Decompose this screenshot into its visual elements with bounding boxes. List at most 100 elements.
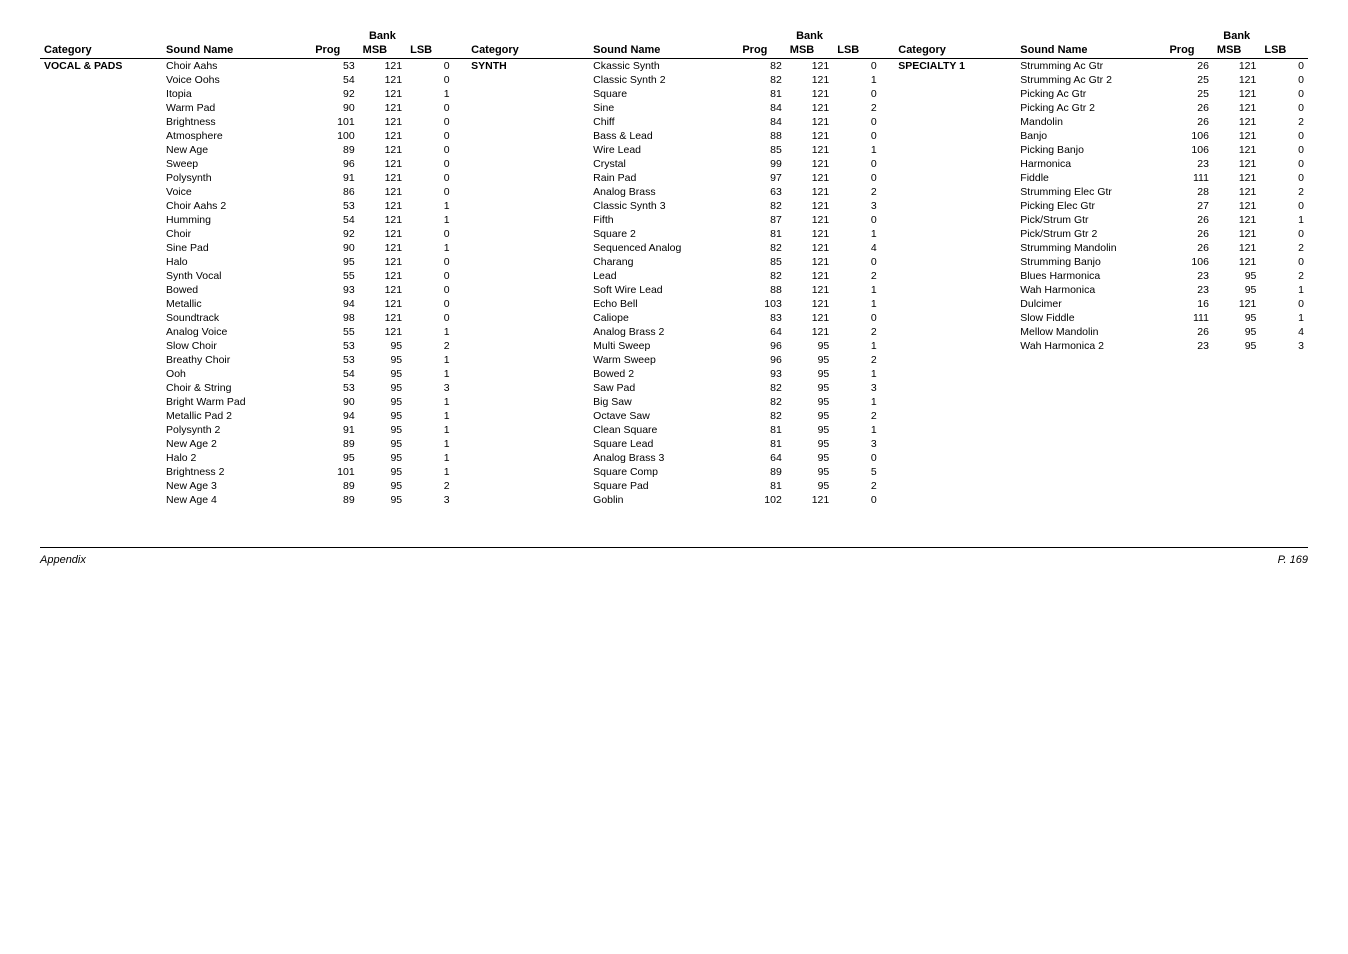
table-row: Bowed931210Soft Wire Lead881211Wah Harmo… bbox=[40, 283, 1308, 297]
cell-category-1 bbox=[40, 409, 162, 423]
cell-prog-1: 92 bbox=[311, 227, 358, 241]
cell-prog-2: 82 bbox=[738, 269, 785, 283]
cell-lsb-1: 1 bbox=[406, 241, 453, 255]
cell-prog-1: 94 bbox=[311, 409, 358, 423]
cell-msb-1: 95 bbox=[359, 451, 406, 465]
cell-lsb-1: 0 bbox=[406, 115, 453, 129]
cell-msb-3 bbox=[1213, 479, 1260, 493]
cell-msb-2: 121 bbox=[786, 115, 833, 129]
header-category-2: Category bbox=[467, 42, 589, 59]
cell-soundname-3: Picking Elec Gtr bbox=[1016, 199, 1165, 213]
cell-lsb-2: 1 bbox=[833, 297, 880, 311]
cell-msb-2: 121 bbox=[786, 185, 833, 199]
cell-category-3 bbox=[894, 171, 1016, 185]
cell-msb-2: 121 bbox=[786, 199, 833, 213]
cell-soundname-3 bbox=[1016, 353, 1165, 367]
cell-lsb-3: 0 bbox=[1260, 297, 1308, 311]
cell-category-3: SPECIALTY 1 bbox=[894, 59, 1016, 74]
cell-category-2 bbox=[467, 87, 589, 101]
cell-msb-1: 121 bbox=[359, 59, 406, 74]
cell-lsb-3 bbox=[1260, 395, 1308, 409]
cell-prog-3: 26 bbox=[1165, 325, 1212, 339]
cell-prog-1: 53 bbox=[311, 353, 358, 367]
cell-lsb-3: 1 bbox=[1260, 311, 1308, 325]
cell-category-2 bbox=[467, 115, 589, 129]
cell-prog-2: 64 bbox=[738, 325, 785, 339]
cell-msb-2: 121 bbox=[786, 297, 833, 311]
cell-msb-2: 95 bbox=[786, 367, 833, 381]
cell-category-2 bbox=[467, 241, 589, 255]
cell-lsb-3: 2 bbox=[1260, 269, 1308, 283]
cell-lsb-3: 0 bbox=[1260, 199, 1308, 213]
table-row: Ooh54951Bowed 293951 bbox=[40, 367, 1308, 381]
cell-soundname-2: Crystal bbox=[589, 157, 738, 171]
table-row: New Age 289951Square Lead81953 bbox=[40, 437, 1308, 451]
table-row: Slow Choir53952Multi Sweep96951Wah Harmo… bbox=[40, 339, 1308, 353]
cell-prog-3: 106 bbox=[1165, 129, 1212, 143]
cell-category-2 bbox=[467, 255, 589, 269]
cell-category-2 bbox=[467, 73, 589, 87]
cell-category-3 bbox=[894, 129, 1016, 143]
page-container: Bank Bank Bank Category Sound Name Prog … bbox=[40, 30, 1308, 566]
cell-msb-3: 121 bbox=[1213, 73, 1260, 87]
cell-soundname-1: Humming bbox=[162, 213, 311, 227]
cell-msb-1: 95 bbox=[359, 409, 406, 423]
cell-msb-1: 121 bbox=[359, 185, 406, 199]
cell-prog-1: 55 bbox=[311, 269, 358, 283]
cell-soundname-3: Mellow Mandolin bbox=[1016, 325, 1165, 339]
main-table: Bank Bank Bank Category Sound Name Prog … bbox=[40, 30, 1308, 507]
cell-category-3 bbox=[894, 451, 1016, 465]
cell-lsb-2: 1 bbox=[833, 227, 880, 241]
cell-soundname-2: Rain Pad bbox=[589, 171, 738, 185]
cell-prog-2: 63 bbox=[738, 185, 785, 199]
cell-msb-1: 121 bbox=[359, 283, 406, 297]
table-row: New Age 389952Square Pad81952 bbox=[40, 479, 1308, 493]
table-row: Voice Oohs541210Classic Synth 2821211Str… bbox=[40, 73, 1308, 87]
cell-prog-3: 111 bbox=[1165, 311, 1212, 325]
cell-prog-2: 85 bbox=[738, 143, 785, 157]
cell-msb-3: 121 bbox=[1213, 199, 1260, 213]
cell-soundname-2: Octave Saw bbox=[589, 409, 738, 423]
cell-category-1 bbox=[40, 353, 162, 367]
cell-category-3 bbox=[894, 367, 1016, 381]
cell-category-2 bbox=[467, 157, 589, 171]
cell-category-2 bbox=[467, 367, 589, 381]
cell-soundname-2: Bass & Lead bbox=[589, 129, 738, 143]
cell-category-1 bbox=[40, 199, 162, 213]
cell-msb-2: 95 bbox=[786, 465, 833, 479]
cell-lsb-2: 2 bbox=[833, 101, 880, 115]
cell-msb-1: 121 bbox=[359, 143, 406, 157]
cell-soundname-2: Lead bbox=[589, 269, 738, 283]
cell-msb-3: 121 bbox=[1213, 115, 1260, 129]
cell-msb-1: 121 bbox=[359, 73, 406, 87]
cell-category-3 bbox=[894, 353, 1016, 367]
cell-lsb-2: 3 bbox=[833, 199, 880, 213]
cell-msb-1: 95 bbox=[359, 353, 406, 367]
cell-soundname-3 bbox=[1016, 493, 1165, 507]
cell-soundname-3: Pick/Strum Gtr bbox=[1016, 213, 1165, 227]
cell-msb-1: 121 bbox=[359, 213, 406, 227]
cell-category-1 bbox=[40, 381, 162, 395]
cell-lsb-1: 1 bbox=[406, 213, 453, 227]
cell-soundname-1: Polysynth 2 bbox=[162, 423, 311, 437]
cell-msb-1: 121 bbox=[359, 227, 406, 241]
table-row: Metallic941210Echo Bell1031211Dulcimer16… bbox=[40, 297, 1308, 311]
cell-soundname-3: Strumming Elec Gtr bbox=[1016, 185, 1165, 199]
cell-prog-1: 53 bbox=[311, 199, 358, 213]
cell-category-3 bbox=[894, 73, 1016, 87]
cell-lsb-1: 0 bbox=[406, 269, 453, 283]
cell-lsb-1: 0 bbox=[406, 73, 453, 87]
cell-prog-3: 27 bbox=[1165, 199, 1212, 213]
cell-msb-2: 95 bbox=[786, 451, 833, 465]
cell-category-2 bbox=[467, 325, 589, 339]
cell-category-1 bbox=[40, 395, 162, 409]
table-row: Voice861210Analog Brass631212Strumming E… bbox=[40, 185, 1308, 199]
cell-category-3 bbox=[894, 423, 1016, 437]
cell-prog-1: 90 bbox=[311, 395, 358, 409]
table-row: Metallic Pad 294951Octave Saw82952 bbox=[40, 409, 1308, 423]
cell-prog-3 bbox=[1165, 465, 1212, 479]
cell-prog-1: 54 bbox=[311, 367, 358, 381]
cell-prog-2: 97 bbox=[738, 171, 785, 185]
table-row: Humming541211Fifth871210Pick/Strum Gtr26… bbox=[40, 213, 1308, 227]
cell-soundname-1: Halo 2 bbox=[162, 451, 311, 465]
